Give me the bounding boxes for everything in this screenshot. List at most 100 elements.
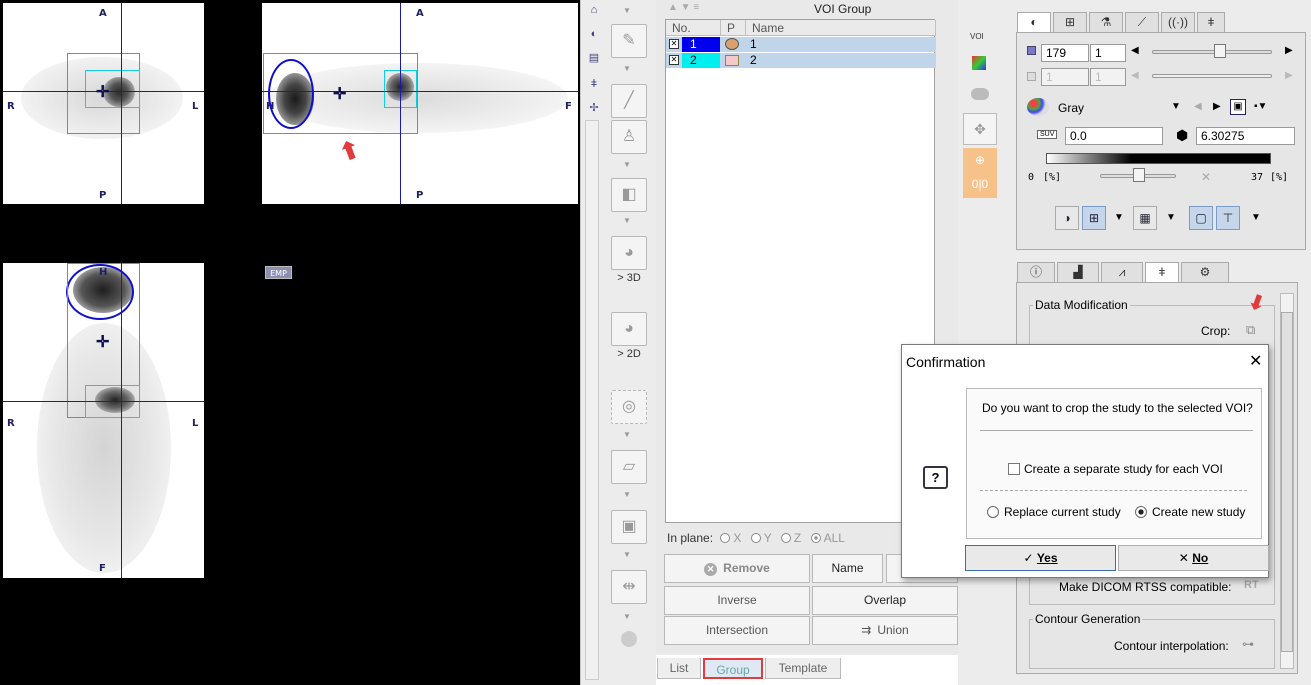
color-palette-icon[interactable] (972, 56, 986, 70)
voi-row[interactable]: ✕ 2 2 (666, 53, 936, 68)
col-p[interactable]: P (721, 20, 746, 36)
colormap-next-icon[interactable]: ▶ (1213, 101, 1221, 112)
cloud-icon[interactable] (971, 88, 989, 100)
max-value-input[interactable]: 6.30275 (1196, 127, 1295, 145)
colormap-dropdown-icon[interactable]: ▼ (1171, 101, 1181, 112)
image-viewer[interactable]: ✛ A P R L ✛ A P H F ⬆ ✛ H F R L EMP (0, 0, 580, 685)
grid-dropdown-icon[interactable]: ▼ (1114, 212, 1124, 223)
line-tool-button[interactable]: ╱ (611, 84, 647, 118)
col-name[interactable]: Name (746, 20, 936, 36)
checkbox-icon[interactable]: ✕ (669, 39, 679, 49)
frame-step-input[interactable]: 1 (1090, 44, 1126, 62)
min-value-input[interactable]: 0.0 (1065, 127, 1163, 145)
tool-scrollbar[interactable] (585, 120, 599, 680)
settings-gear-icon[interactable] (621, 631, 637, 647)
tab-group[interactable]: Group (703, 658, 763, 679)
thermometer-icon[interactable]: ǂ (586, 76, 602, 92)
tab-histogram[interactable]: ▟ (1057, 262, 1099, 282)
grid-view-icon[interactable]: ⊞ (1082, 206, 1106, 230)
checkbox-icon[interactable]: ✕ (669, 55, 679, 65)
colormap-prev-icon[interactable]: ◀ (1194, 101, 1202, 112)
yes-button[interactable]: ✓ Yes (965, 545, 1116, 571)
network-icon[interactable]: ⌂ (586, 2, 602, 18)
voi-toolbar-arrows[interactable]: ▲ ▼ ≡ (668, 2, 699, 13)
orange-side-button[interactable]: ⊕ 0|0 (963, 148, 997, 198)
tab-contrast[interactable]: ◐ (1017, 12, 1051, 32)
box-tool-button[interactable]: ▣ (611, 510, 647, 544)
split-tool-button[interactable]: ⇹ (611, 570, 647, 604)
palette-icon[interactable] (1027, 98, 1049, 116)
tab-tools[interactable]: ǂ (1145, 262, 1179, 282)
rtss-icon[interactable]: RT (1244, 579, 1259, 591)
chevron-down-icon[interactable]: ▼ (623, 216, 631, 225)
col-no[interactable]: No. (666, 20, 721, 36)
contrast-icon[interactable]: ◐ (586, 26, 602, 42)
no-button[interactable]: ✕ No (1118, 545, 1269, 571)
tab-pipeline[interactable]: ⚙ (1181, 262, 1229, 282)
frame-slider[interactable] (1152, 50, 1272, 54)
create-study-radio[interactable] (1135, 506, 1147, 518)
separate-study-checkbox[interactable] (1008, 463, 1020, 475)
crop-icon[interactable]: ⧉ (1246, 322, 1255, 338)
chevron-down-icon[interactable]: ▼ (623, 64, 631, 73)
pin-dropdown-icon[interactable]: ▼ (1251, 212, 1261, 223)
name-button[interactable]: Name (812, 554, 883, 583)
print-icon[interactable]: ▤ (586, 50, 602, 66)
pct-reset-icon[interactable]: ✕ (1201, 170, 1211, 184)
chevron-down-icon[interactable]: ▼ (623, 490, 631, 499)
outline-icon[interactable]: ▢ (1189, 206, 1213, 230)
pattern-icon[interactable]: ▦ (1133, 206, 1157, 230)
frame2-next-icon[interactable]: ▶ (1285, 70, 1293, 81)
chevron-down-icon[interactable]: ▼ (623, 160, 631, 169)
colormap-select[interactable]: Gray (1058, 101, 1168, 115)
cube-tool-button[interactable]: ◧ (611, 178, 647, 212)
colorbar-toggle-icon[interactable]: ▣ (1230, 99, 1246, 115)
chevron-down-icon[interactable]: ▼ (623, 6, 631, 15)
frame2-step-input[interactable]: 1 (1090, 68, 1126, 86)
radio-y[interactable] (750, 533, 761, 543)
chevron-down-icon[interactable]: ▼ (623, 612, 631, 621)
sagittal-view[interactable]: ✛ A P H F (262, 3, 578, 204)
tab-curve[interactable]: ⟋ (1125, 12, 1159, 32)
coronal-view[interactable]: ✛ H F R L (3, 263, 204, 578)
tab-list[interactable]: List (657, 658, 701, 679)
voi-side-label[interactable]: VOI (970, 32, 984, 41)
tab-signal[interactable]: ((·)) (1161, 12, 1195, 32)
frame-prev-icon[interactable]: ◀ (1131, 45, 1139, 56)
brush-tool-button[interactable]: ♙ (611, 120, 647, 154)
frame2-slider[interactable] (1152, 74, 1272, 78)
colorbar-options-icon[interactable]: ▪▼ (1254, 101, 1267, 112)
threshold-icon[interactable]: ◑ (1055, 206, 1079, 230)
pct-slider-thumb[interactable] (1133, 168, 1145, 182)
pin-icon[interactable]: ⊤ (1216, 206, 1240, 230)
voi-list[interactable]: No. P Name ✕ 1 1 ✕ 2 2 (665, 19, 936, 523)
close-icon[interactable]: ✕ (1249, 351, 1262, 371)
frame-input[interactable]: 179 (1041, 44, 1089, 62)
union-button[interactable]: ⇉ Union (812, 616, 958, 645)
tab-plot[interactable]: ⩘ (1101, 262, 1143, 282)
suv-badge[interactable]: SUV (1037, 130, 1058, 139)
transverse-view[interactable]: ✛ A P R L (3, 3, 204, 204)
voi-row[interactable]: ✕ 1 1 (666, 37, 936, 52)
tab-thermo[interactable]: ǂ (1197, 12, 1225, 32)
inverse-button[interactable]: Inverse (664, 586, 810, 615)
region-3d-button[interactable]: ◕ (611, 236, 647, 270)
radio-all[interactable] (810, 533, 821, 543)
draw-tool-button[interactable]: ✎ (611, 24, 647, 58)
region-2d-button[interactable]: ◕ (611, 312, 647, 346)
tab-template[interactable]: Template (765, 658, 841, 679)
interp-icon[interactable]: ⊶ (1242, 637, 1254, 651)
tab-fusion[interactable]: ⚗ (1089, 12, 1123, 32)
radio-x[interactable] (720, 533, 731, 543)
ellipse-tool-button[interactable]: ◎ (611, 390, 647, 424)
frame2-prev-icon[interactable]: ◀ (1131, 70, 1139, 81)
remove-button[interactable]: ✕ Remove (664, 554, 810, 583)
max-thumb-icon[interactable]: ⬢ (1176, 127, 1188, 144)
frame-next-icon[interactable]: ▶ (1285, 45, 1293, 56)
radio-z[interactable] (780, 533, 791, 543)
eraser-tool-button[interactable]: ▱ (611, 450, 647, 484)
move-voi-icon[interactable]: ✥ (963, 113, 997, 145)
chevron-down-icon[interactable]: ▼ (623, 430, 631, 439)
replace-study-radio[interactable] (987, 506, 999, 518)
tab-layout[interactable]: ⊞ (1053, 12, 1087, 32)
